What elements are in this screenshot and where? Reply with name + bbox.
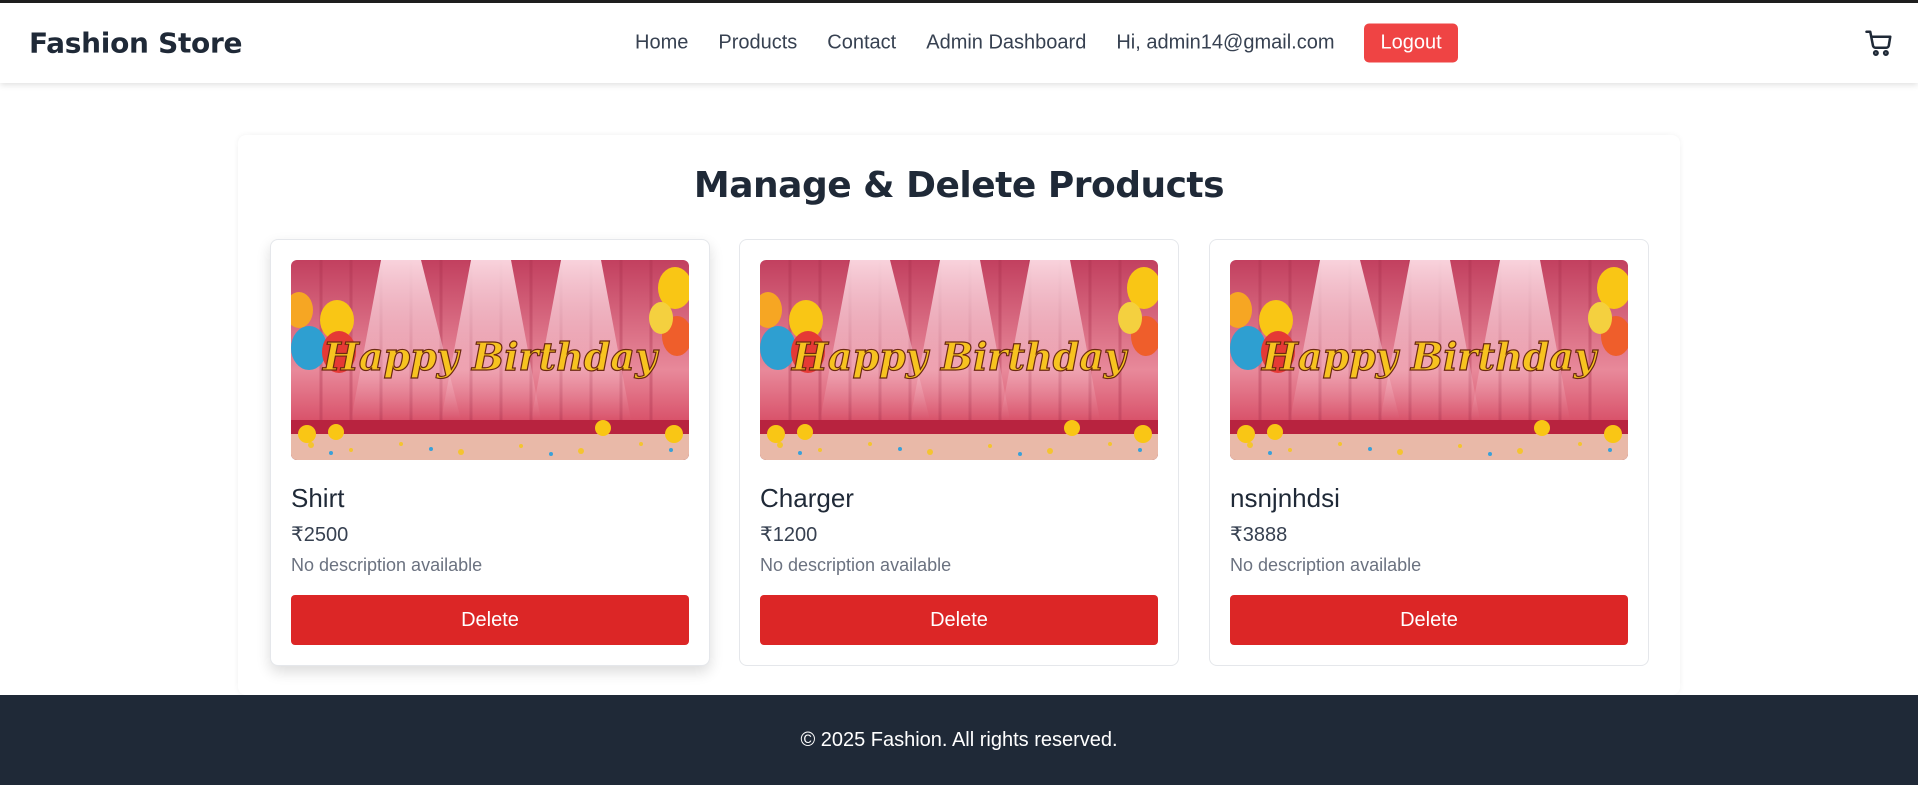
- product-image: Happy Birthday: [1230, 260, 1628, 460]
- delete-product-button[interactable]: Delete: [291, 595, 689, 645]
- product-description: No description available: [1230, 555, 1422, 575]
- product-description: No description available: [291, 555, 483, 575]
- navbar: Fashion Store Home Products Contact Admi…: [0, 3, 1918, 83]
- manage-products-panel: Manage & Delete Products Happy Birthday …: [238, 135, 1680, 695]
- product-price: ₹3888: [1230, 524, 1288, 546]
- svg-text:Happy Birthday: Happy Birthday: [791, 334, 1129, 379]
- product-price: ₹1200: [760, 524, 818, 546]
- nav-link-contact[interactable]: Contact: [827, 32, 896, 55]
- product-card: Happy Birthday Shirt ₹2500 No descriptio…: [270, 239, 710, 666]
- product-image: Happy Birthday: [291, 260, 689, 460]
- delete-product-button[interactable]: Delete: [1230, 595, 1628, 645]
- product-price: ₹2500: [291, 524, 349, 546]
- copyright-text: © 2025 Fashion. All rights reserved.: [800, 728, 1118, 751]
- product-name: Charger: [760, 483, 854, 513]
- product-description: No description available: [760, 555, 952, 575]
- shopping-cart-icon[interactable]: [1864, 28, 1894, 58]
- page-title: Manage & Delete Products: [693, 165, 1225, 206]
- footer: © 2025 Fashion. All rights reserved.: [0, 695, 1918, 785]
- svg-text:Happy Birthday: Happy Birthday: [322, 334, 660, 379]
- product-name: nsnjnhdsi: [1230, 483, 1340, 513]
- brand-logo-text[interactable]: Fashion Store: [29, 27, 242, 60]
- delete-product-button[interactable]: Delete: [760, 595, 1158, 645]
- nav-link-products[interactable]: Products: [718, 32, 797, 55]
- product-image: Happy Birthday: [760, 260, 1158, 460]
- product-card: Happy Birthday Charger ₹1200 No descript…: [739, 239, 1179, 666]
- product-name: Shirt: [291, 483, 345, 513]
- nav-link-home[interactable]: Home: [635, 32, 688, 55]
- svg-text:Happy Birthday: Happy Birthday: [1261, 334, 1599, 379]
- user-greeting: Hi, admin14@gmail.com: [1116, 31, 1335, 54]
- product-card: Happy Birthday nsnjnhdsi ₹3888 No descri…: [1209, 239, 1649, 666]
- nav-link-admin-dashboard[interactable]: Admin Dashboard: [926, 32, 1086, 55]
- logout-button[interactable]: Logout: [1364, 23, 1458, 63]
- nav-links: Home Products Contact Admin Dashboard Hi…: [635, 23, 1458, 63]
